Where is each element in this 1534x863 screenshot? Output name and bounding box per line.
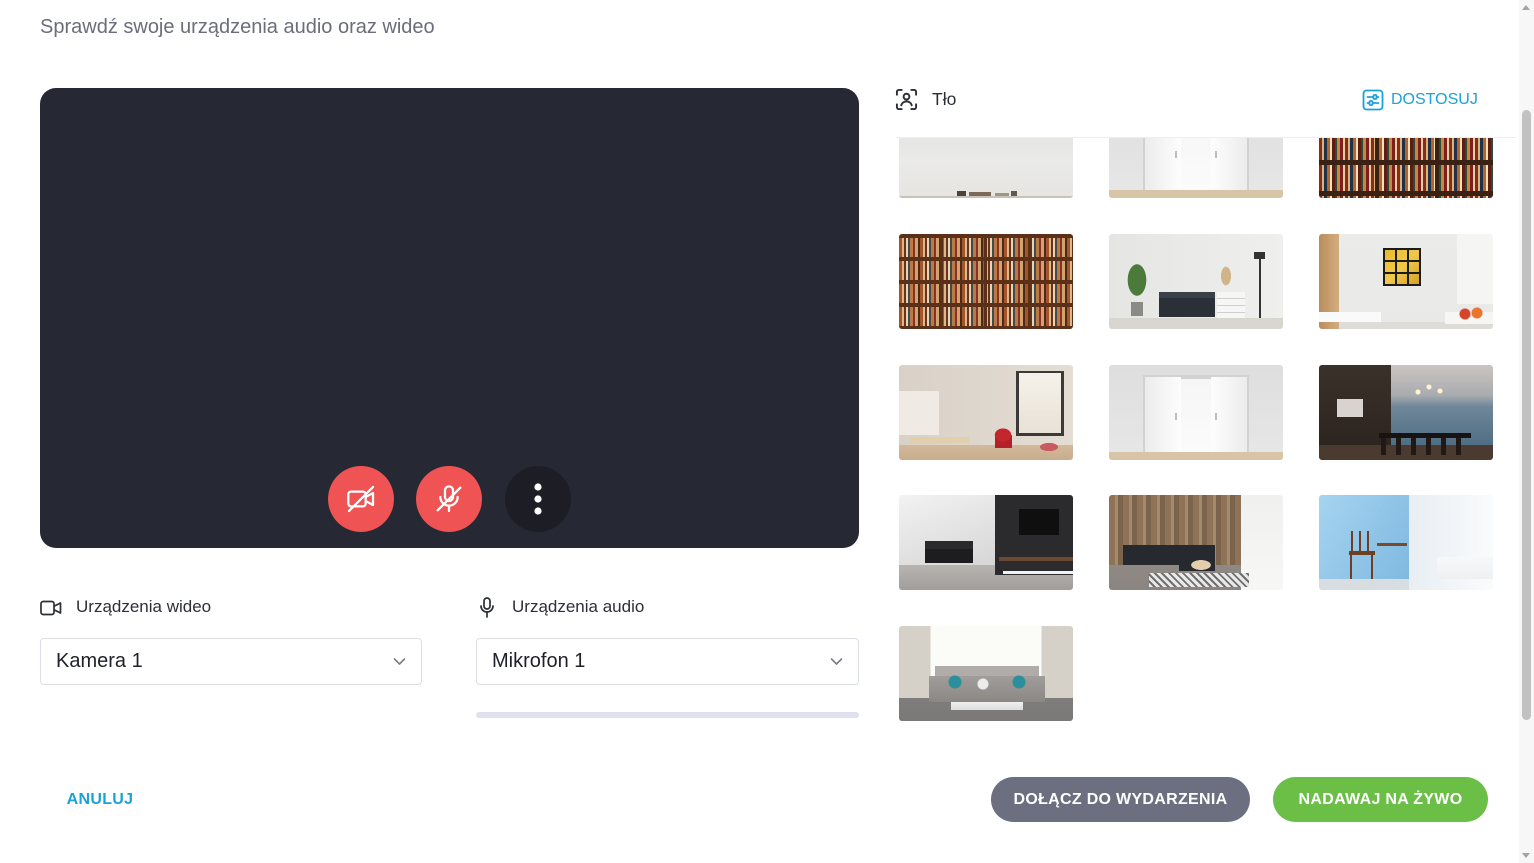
cancel-button[interactable]: ANULUJ — [46, 777, 154, 822]
video-devices-label: Urządzenia wideo — [76, 597, 212, 616]
scrollbar-thumb[interactable] — [1522, 110, 1531, 720]
page-title: Sprawdź swoje urządzenia audio oraz wide… — [40, 16, 435, 38]
background-thumbnail[interactable] — [899, 365, 1073, 460]
background-thumbnail[interactable] — [1109, 365, 1283, 460]
toggle-microphone-button[interactable] — [416, 466, 482, 532]
microphone-off-icon — [436, 485, 462, 513]
person-frame-icon — [895, 88, 918, 111]
sliders-icon — [1362, 89, 1384, 111]
background-thumbnail[interactable] — [1109, 495, 1283, 590]
background-thumbnail[interactable] — [1109, 234, 1283, 329]
go-live-button[interactable]: NADAWAJ NA ŻYWO — [1273, 777, 1488, 822]
background-thumbnail[interactable] — [899, 234, 1073, 329]
video-off-icon — [347, 485, 375, 513]
gallery-divider — [896, 137, 1516, 138]
chevron-down-icon — [830, 658, 843, 665]
audio-level-meter — [476, 712, 859, 718]
background-thumbnail[interactable] — [1319, 495, 1493, 590]
video-device-select-value: Kamera 1 — [56, 650, 143, 672]
background-thumbnail[interactable] — [1319, 137, 1493, 198]
background-thumbnail[interactable] — [1319, 365, 1493, 460]
page-scrollbar[interactable] — [1519, 0, 1534, 863]
microphone-icon — [480, 597, 494, 618]
background-thumbnail[interactable] — [1319, 234, 1493, 329]
scroll-up-arrow[interactable] — [1522, 5, 1530, 10]
video-device-select[interactable]: Kamera 1 — [40, 638, 422, 685]
background-thumbnail[interactable] — [899, 137, 1073, 198]
more-options-button[interactable] — [505, 466, 571, 532]
more-vertical-icon — [534, 483, 542, 515]
background-label: Tło — [932, 89, 957, 109]
customize-background-button[interactable]: DOSTOSUJ — [1356, 84, 1488, 116]
background-thumbnail[interactable] — [1109, 137, 1283, 198]
customize-background-label: DOSTOSUJ — [1391, 91, 1478, 108]
audio-device-select-value: Mikrofon 1 — [492, 650, 586, 672]
toggle-camera-button[interactable] — [328, 466, 394, 532]
audio-devices-label: Urządzenia audio — [512, 597, 645, 616]
chevron-down-icon — [393, 658, 406, 665]
video-camera-icon — [40, 600, 62, 616]
video-preview — [40, 88, 859, 548]
audio-device-select[interactable]: Mikrofon 1 — [476, 638, 859, 685]
background-gallery[interactable] — [896, 137, 1516, 740]
scroll-down-arrow[interactable] — [1522, 853, 1530, 858]
background-thumbnail[interactable] — [899, 626, 1073, 721]
background-thumbnail[interactable] — [899, 495, 1073, 590]
join-event-button[interactable]: DOŁĄCZ DO WYDARZENIA — [991, 777, 1250, 822]
